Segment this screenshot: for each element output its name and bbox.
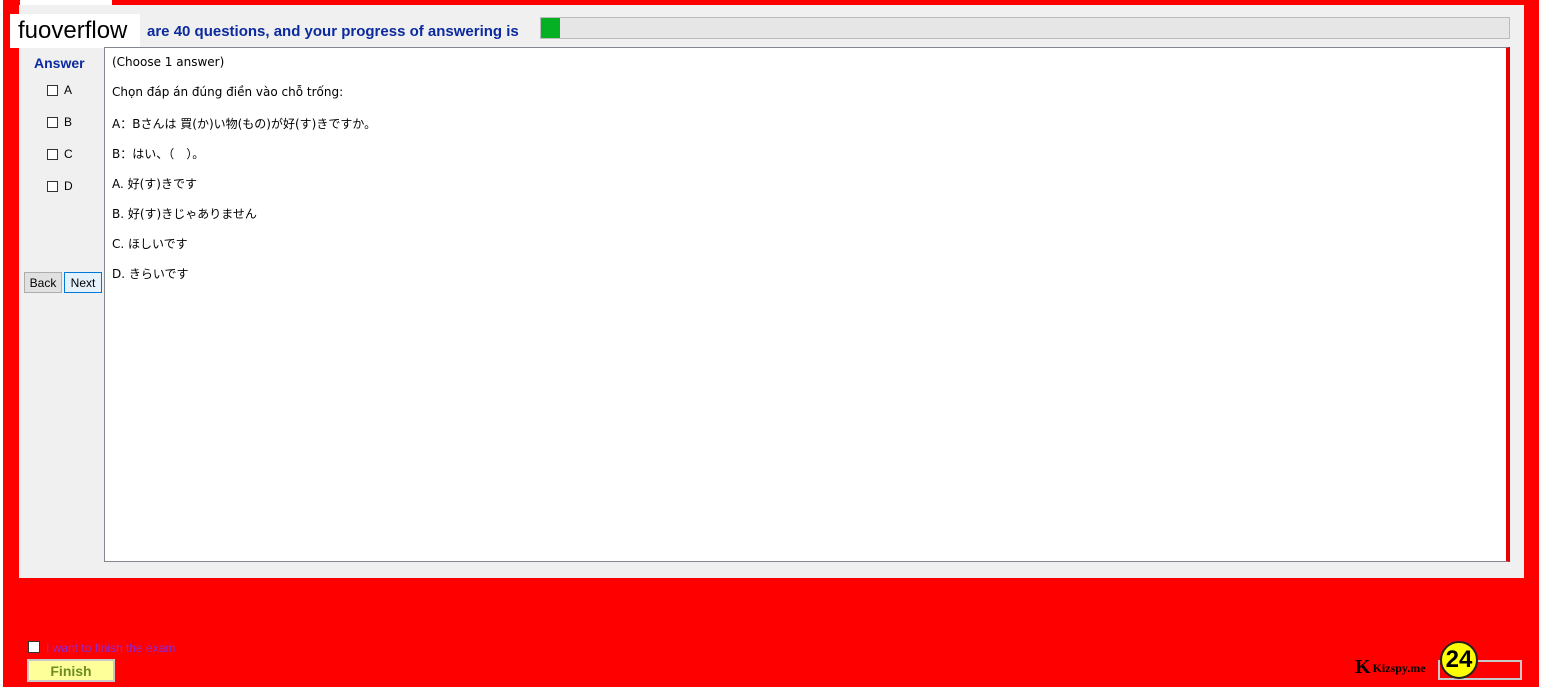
answer-option-a[interactable]: A — [47, 82, 72, 98]
answer-option-d[interactable]: D — [47, 178, 73, 194]
back-button[interactable]: Back — [24, 272, 62, 293]
answer-option-label: A — [64, 83, 73, 97]
progress-text: are 40 questions, and your progress of a… — [147, 23, 519, 40]
choice-c-text: C. ほしいです — [112, 237, 188, 251]
answer-option-b[interactable]: B — [47, 114, 72, 130]
kizspy-logo-icon: K — [1355, 656, 1371, 678]
kizspy-watermark: K Kizspy.me — [1355, 657, 1426, 677]
question-instruction: (Choose 1 answer) — [112, 55, 225, 69]
choice-a-text: A. 好(す)きです — [112, 177, 197, 191]
question-number-badge: 24 — [1440, 641, 1478, 679]
answer-title: Answer — [34, 55, 85, 71]
progress-bar — [540, 17, 1510, 39]
next-button[interactable]: Next — [64, 272, 102, 293]
answer-checkbox-d[interactable] — [47, 180, 58, 192]
answer-checkbox-a[interactable] — [47, 84, 58, 96]
answer-checkbox-c[interactable] — [47, 148, 58, 160]
answer-option-label: D — [64, 179, 73, 193]
progress-fill — [541, 18, 561, 38]
question-dialog-b: B：はい、（ ）。 — [112, 147, 205, 161]
answer-checkbox-b[interactable] — [47, 116, 58, 128]
choice-d-text: D. きらいです — [112, 267, 189, 281]
answer-option-label: B — [64, 115, 73, 129]
question-prompt: Chọn đáp án đúng điền vào chỗ trống: — [112, 85, 344, 99]
brand-logo: fuoverflow — [10, 14, 140, 48]
answer-option-c[interactable]: C — [47, 146, 73, 162]
choice-b-text: B. 好(す)きじゃありません — [112, 207, 257, 221]
finish-exam-checkbox[interactable] — [28, 641, 40, 653]
finish-exam-label[interactable]: I want to finish the exam — [46, 641, 175, 655]
question-dialog-a: A：Bさんは 買(か)い物(もの)が好(す)きですか。 — [112, 117, 377, 131]
question-box[interactable]: (Choose 1 answer) Chọn đáp án đúng điền … — [104, 47, 1510, 562]
finish-button[interactable]: Finish — [27, 659, 115, 682]
answer-option-label: C — [64, 147, 73, 161]
kizspy-text: Kizspy.me — [1372, 661, 1426, 675]
